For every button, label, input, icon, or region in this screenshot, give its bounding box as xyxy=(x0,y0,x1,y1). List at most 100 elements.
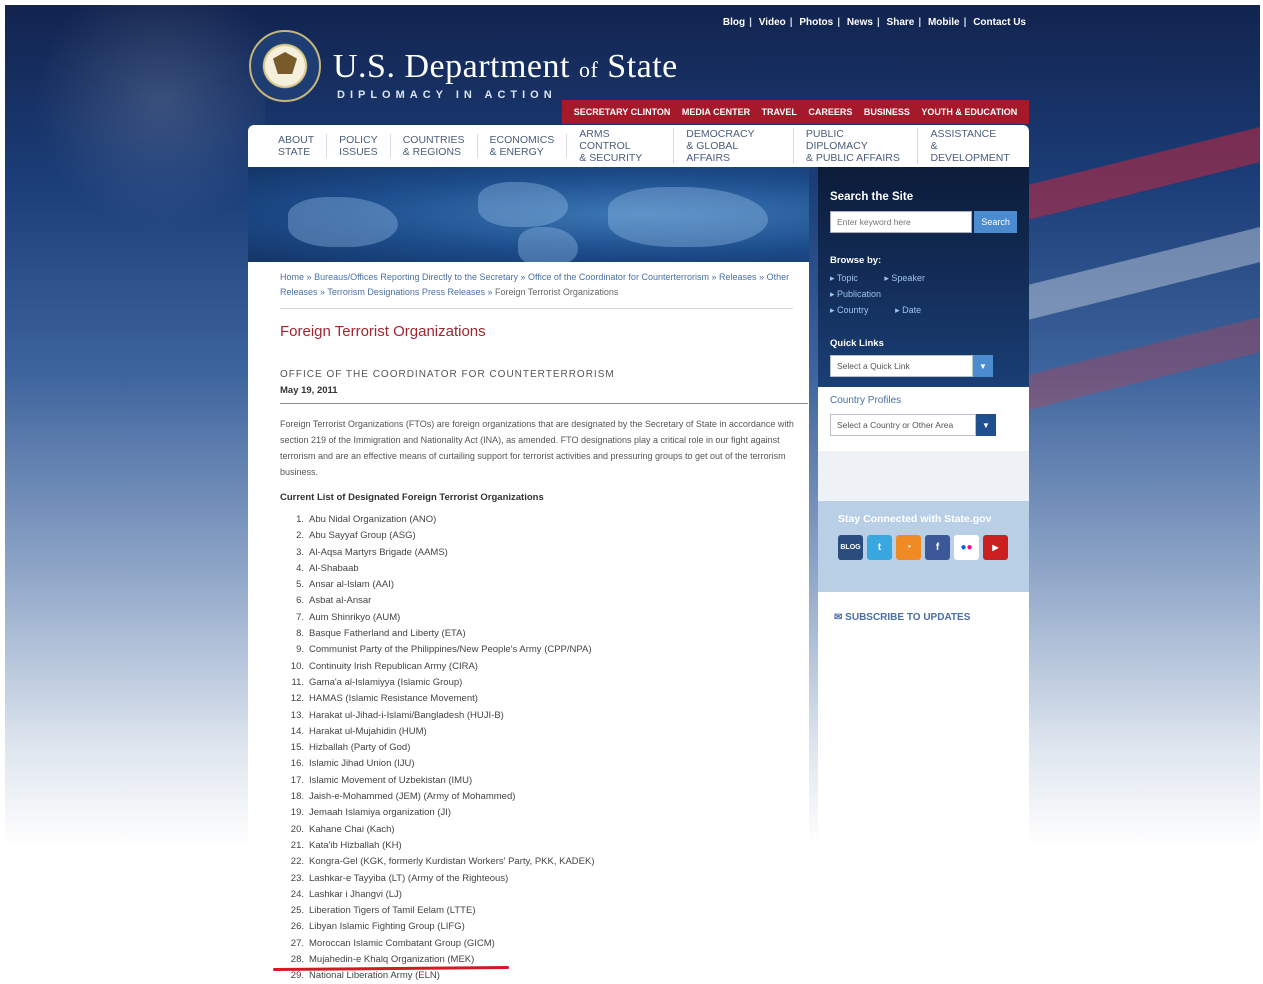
fto-list-name: Aum Shinrikyo (AUM) xyxy=(309,611,401,623)
fto-list-item: 25. Liberation Tigers of Tamil Eelam (LTT… xyxy=(282,903,809,919)
browse-link-country[interactable]: ▸ Country xyxy=(830,305,881,315)
breadcrumb-separator: » xyxy=(520,272,526,282)
fto-list-item: 11. Gama'a al-Islamiyya (Islamic Group) xyxy=(282,675,809,691)
nav-public-diplomacy[interactable]: PUBLIC DIPLOMACY & PUBLIC AFFAIRS xyxy=(794,128,919,164)
fto-list-number: 21. xyxy=(290,839,304,851)
subscribe-link[interactable]: ✉ SUBSCRIBE TO UPDATES xyxy=(834,612,1013,623)
breadcrumb-separator: » xyxy=(320,287,326,297)
search-input[interactable] xyxy=(830,211,973,233)
twitter-icon[interactable]: t xyxy=(867,535,892,560)
browse-link-topic[interactable]: ▸ Topic xyxy=(830,273,870,283)
fto-list-number: 2. xyxy=(296,530,304,542)
flag-stripe xyxy=(1000,309,1260,415)
browse-link-publication[interactable]: ▸ Publication xyxy=(830,289,893,299)
quick-links-title: Quick Links xyxy=(830,338,884,349)
utility-link-news[interactable]: News xyxy=(847,17,873,28)
fto-list-name: Al-Aqsa Martyrs Brigade (AAMS) xyxy=(309,546,448,558)
breadcrumb-home[interactable]: Home xyxy=(280,272,304,282)
utility-link-share[interactable]: Share xyxy=(887,17,915,28)
fto-list-item: 2. Abu Sayyaf Group (ASG) xyxy=(282,528,809,544)
utility-link-video[interactable]: Video xyxy=(759,17,786,28)
stay-connected-title: Stay Connected with State.gov xyxy=(838,513,992,525)
facebook-icon[interactable]: f xyxy=(925,535,950,560)
breadcrumb-designations[interactable]: Terrorism Designations Press Releases xyxy=(327,287,485,297)
fto-list-number: 24. xyxy=(290,888,304,900)
browse-link-date-label: Date xyxy=(902,305,922,315)
youtube-icon[interactable]: ▶ xyxy=(983,535,1008,560)
state-department-seal-icon[interactable] xyxy=(249,30,321,102)
office-name: OFFICE OF THE COORDINATOR FOR COUNTERTER… xyxy=(280,369,615,380)
publish-date: May 19, 2011 xyxy=(280,385,808,404)
breadcrumb-separator: » xyxy=(711,272,717,282)
browse-link-speaker[interactable]: ▸ Speaker xyxy=(884,273,937,283)
fto-list-number: 15. xyxy=(290,742,304,754)
fto-list-item: 3. Al-Aqsa Martyrs Brigade (AAMS) xyxy=(282,545,809,561)
site-title[interactable]: U.S. Department of State xyxy=(333,48,678,86)
fto-list-name: Moroccan Islamic Combatant Group (GICM) xyxy=(309,937,495,949)
fto-list-item: 4. Al-Shabaab xyxy=(282,561,809,577)
utility-link-blog[interactable]: Blog xyxy=(723,17,745,28)
fto-list-item: 10. Continuity Irish Republican Army (CIR… xyxy=(282,659,809,675)
fto-list-number: 20. xyxy=(290,823,304,835)
chevron-down-icon[interactable]: ▼ xyxy=(976,414,996,436)
fto-list-number: 27. xyxy=(290,937,304,949)
fto-list-number: 12. xyxy=(290,693,304,705)
red-nav-travel[interactable]: TRAVEL xyxy=(762,107,797,117)
utility-nav: Blog | Video | Photos | News | Share | Mobile… xyxy=(722,17,1026,28)
quick-links-select[interactable]: Select a Quick Link xyxy=(830,355,973,377)
fto-list-name: Liberation Tigers of Tamil Eelam (LTTE) xyxy=(309,905,476,917)
country-profiles-panel: Country Profiles Select a Country or Oth… xyxy=(818,387,1029,451)
breadcrumb-counterterrorism[interactable]: Office of the Coordinator for Counterter… xyxy=(528,272,709,282)
subscribe-label: SUBSCRIBE TO UPDATES xyxy=(845,612,971,623)
red-nav-media-center[interactable]: MEDIA CENTER xyxy=(682,107,750,117)
nav-countries-regions[interactable]: COUNTRIES & REGIONS xyxy=(391,134,478,158)
nav-about-state[interactable]: ABOUT STATE xyxy=(266,134,328,158)
utility-link-contact[interactable]: Contact Us xyxy=(973,17,1026,28)
fto-list-item: 27. Moroccan Islamic Combatant Group (GIC… xyxy=(282,936,809,952)
fto-list-item: 12. HAMAS (Islamic Resistance Movement) xyxy=(282,691,809,707)
dipnote-blog-icon[interactable]: BLOG xyxy=(838,535,863,560)
utility-link-mobile[interactable]: Mobile xyxy=(928,17,960,28)
fto-list-number: 9. xyxy=(296,644,304,656)
browse-link-topic-label: Topic xyxy=(836,273,858,283)
fto-list-name: National Liberation Army (ELN) xyxy=(309,970,440,982)
nav-economics-energy[interactable]: ECONOMICS & ENERGY xyxy=(478,134,568,158)
page-title: Foreign Terrorist Organizations xyxy=(280,323,486,340)
fto-list-name: Lashkar i Jhangvi (LJ) xyxy=(309,888,402,900)
nav-policy-issues[interactable]: POLICY ISSUES xyxy=(327,134,391,158)
fto-list-name: Jemaah Islamiya organization (JI) xyxy=(309,807,452,819)
red-nav-secretary[interactable]: SECRETARY CLINTON xyxy=(574,107,671,117)
browse-link-publication-label: Publication xyxy=(837,289,882,299)
red-nav-careers[interactable]: CAREERS xyxy=(808,107,852,117)
fto-list-name: Gama'a al-Islamiyya (Islamic Group) xyxy=(309,676,463,688)
browse-link-date[interactable]: ▸ Date xyxy=(895,305,933,315)
site-title-main: U.S. Department xyxy=(333,48,579,85)
fto-list-number: 18. xyxy=(290,791,304,803)
utility-link-photos[interactable]: Photos xyxy=(799,17,833,28)
intro-paragraph: Foreign Terrorist Organizations (FTOs) a… xyxy=(280,419,794,477)
red-nav-business[interactable]: BUSINESS xyxy=(864,107,910,117)
country-profiles-title[interactable]: Country Profiles xyxy=(830,395,1017,406)
search-button[interactable]: Search xyxy=(974,211,1017,233)
fto-list-item: 18. Jaish-e-Mohammed (JEM) (Army of Moham… xyxy=(282,789,809,805)
nav-democracy[interactable]: DEMOCRACY & GLOBAL AFFAIRS xyxy=(674,128,794,164)
country-select[interactable]: Select a Country or Other Area xyxy=(830,414,976,436)
fto-list-name: Lashkar-e Tayyiba (LT) (Army of the Righ… xyxy=(309,872,509,884)
fto-list-name: Asbat al-Ansar xyxy=(309,595,372,607)
red-nav-youth-education[interactable]: YOUTH & EDUCATION xyxy=(921,107,1017,117)
chevron-down-icon[interactable]: ▼ xyxy=(973,355,993,377)
social-icons: BLOG t ◔ f ● ● ▶ xyxy=(838,535,1017,560)
fto-list-item: 15. Hizballah (Party of God) xyxy=(282,740,809,756)
breadcrumb-releases[interactable]: Releases xyxy=(719,272,757,282)
breadcrumb-bureaus[interactable]: Bureaus/Offices Reporting Directly to th… xyxy=(314,272,518,282)
fto-list-number: 11. xyxy=(291,676,304,688)
breadcrumb-separator: » xyxy=(487,287,493,297)
country-select-row: Select a Country or Other Area ▼ xyxy=(830,414,1017,436)
flag-stars-area xyxy=(5,5,265,245)
fto-list-number: 13. xyxy=(290,709,304,721)
flickr-icon[interactable]: ● ● xyxy=(954,535,979,560)
nav-arms-control[interactable]: ARMS CONTROL & SECURITY xyxy=(567,128,675,164)
browse-link-country-label: Country xyxy=(837,305,869,315)
rss-icon[interactable]: ◔ xyxy=(896,535,921,560)
nav-assistance[interactable]: ASSISTANCE & DEVELOPMENT xyxy=(918,128,1029,164)
